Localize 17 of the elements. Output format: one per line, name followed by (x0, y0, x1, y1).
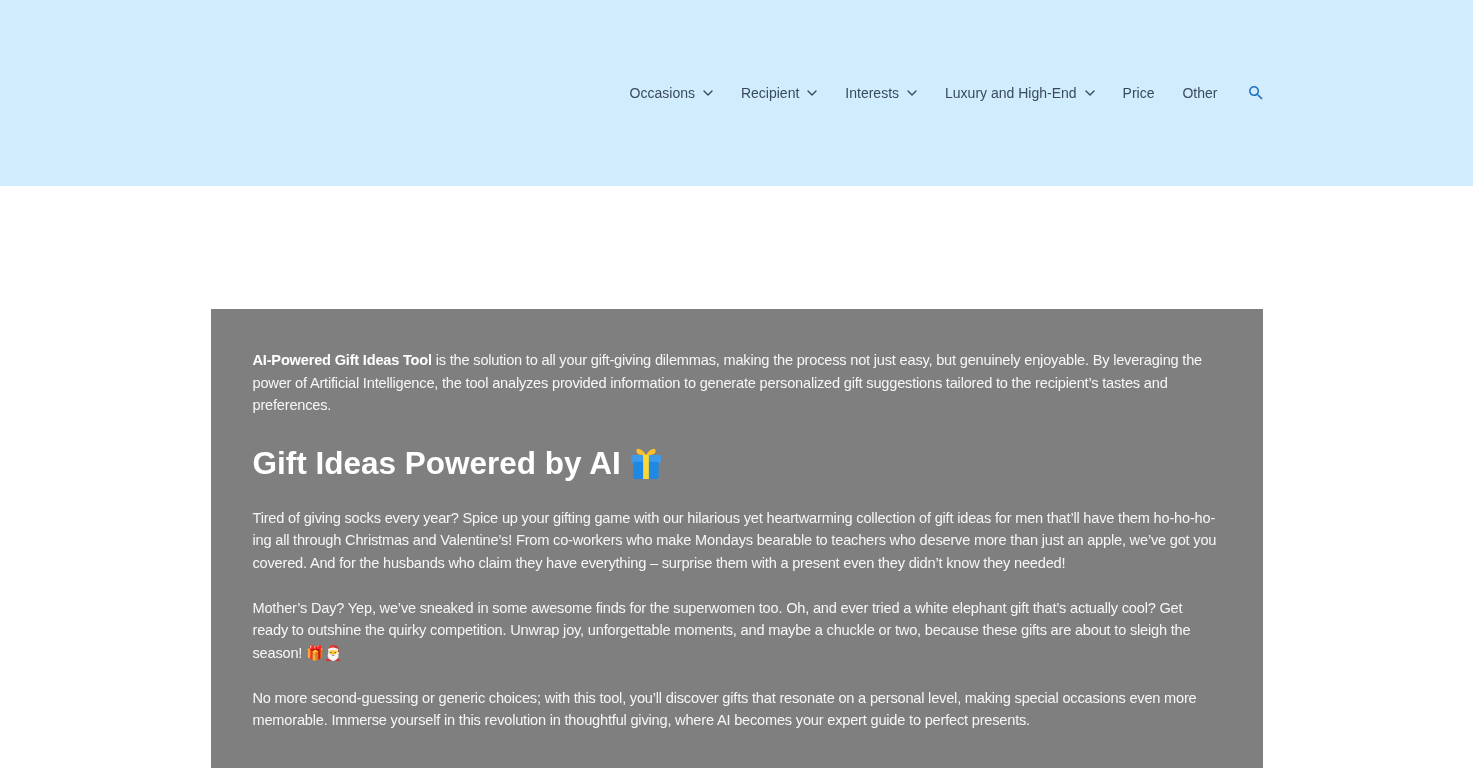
nav-menu-item[interactable]: Interests (845, 83, 918, 103)
body-paragraph: Tired of giving socks every year? Spice up your gifting game with our hilarious yet heartwarming collection of gift ideas for men that’ll have them ho-ho-ho-ing all through Christmas and Valentine’s! From co-workers who make Mondays bearable to teachers who deserve more than just an apple, we’ve got you covered. And for the husbands who claim they have everything – surprise them with a present even they didn’t know they needed! (252, 508, 1218, 573)
section-heading: Gift Ideas Powered by AI (252, 443, 621, 483)
nav-link[interactable]: Price (1122, 83, 1155, 103)
nav-menu-item[interactable]: Recipient (740, 83, 818, 103)
body-paragraph: No more second-guessing or generic choices; with this tool, you’ll discover gifts that resonate on a personal level, making special occasions even more memorable. Immerse yourself in this revolution in thoughtful giving, where AI becomes your expert guide to perfect presents. (252, 688, 1198, 730)
caret-icon (807, 90, 818, 96)
caret-icon (907, 90, 918, 96)
body-paragraph: Mother’s Day? Yep, we’ve sneaked in some awesome finds for the superwomen too. Oh, and ever tried a white elephant gift that’s actually cool? Get ready to outshine the quirky competition. Unwrap joy, unforgettable moments, and maybe a chuckle or two, because these gifts are about to sleigh the season! 🎁🎅 (252, 598, 1192, 663)
nav-menu-item[interactable]: Luxury and High-End (945, 83, 1095, 103)
caret-icon (702, 90, 713, 96)
nav-menu-item[interactable]: Occasions (629, 83, 713, 103)
intro-paragraph: AI-Powered Gift Ideas Tool is the solution to all your gift-giving dilemmas, making the process not just easy, but genuinely enjoyable. By leveraging the power of Artificial Intelligence, the tool analyzes provided information to generate personalized gift suggestions tailored to the recipient’s tastes and preferences. (252, 351, 1204, 415)
search-icon[interactable] (1248, 86, 1263, 100)
caret-icon (1084, 90, 1095, 96)
gift-icon (630, 446, 661, 479)
nav-link[interactable]: Other (1182, 83, 1218, 103)
